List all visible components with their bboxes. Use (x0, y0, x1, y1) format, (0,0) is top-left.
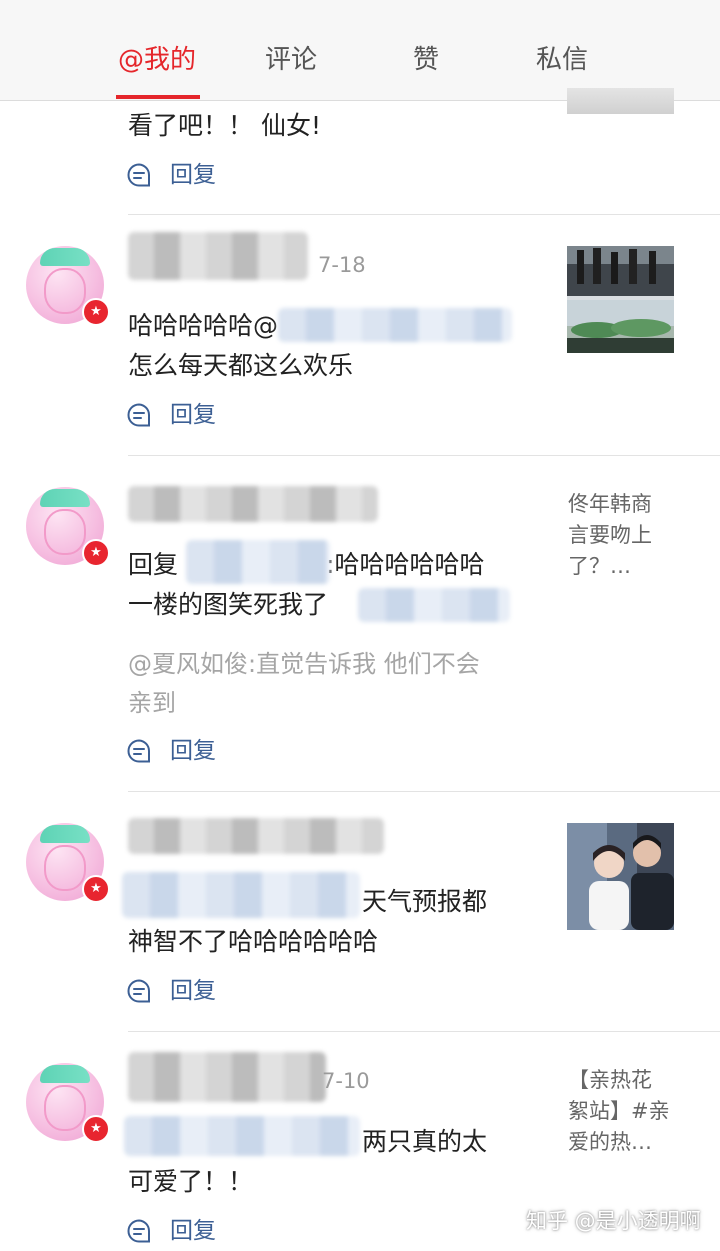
avatar[interactable]: ★ (26, 246, 110, 326)
username-redacted[interactable] (128, 1052, 326, 1102)
reply-bubble-icon (127, 403, 151, 427)
reply-bubble-icon (127, 739, 151, 763)
snippet-line: 【亲热花 (568, 1068, 652, 1092)
tab-mentions[interactable]: @我的 (87, 40, 227, 80)
comment-date: 7-10 (322, 1069, 370, 1093)
reply-label: 回复 (170, 978, 216, 1004)
reply-label: 回复 (170, 738, 216, 764)
avatar-hair (40, 489, 90, 507)
reply-bubble-icon (127, 1219, 151, 1243)
quoted-comment: @夏风如俊:直觉告诉我 他们不会 (128, 650, 480, 678)
reply-bubble-icon (127, 979, 151, 1003)
avatar[interactable]: ★ (26, 1063, 110, 1143)
snippet-line: 絮站】#亲 (568, 1099, 670, 1123)
comment-text: 看了吧！！ 仙女! (128, 111, 321, 140)
comment-text: 一楼的图笑死我了 (128, 590, 329, 619)
snippet-line: 爱的热… (568, 1130, 652, 1154)
thumbnail-cropped[interactable] (567, 88, 674, 114)
reply-bubble-icon (127, 163, 151, 187)
avatar[interactable]: ★ (26, 487, 110, 567)
source-post-snippet[interactable]: 佟年韩商 言要吻上 了？… (568, 489, 678, 582)
comment-text: 可爱了！！ (128, 1167, 254, 1196)
avatar-face (44, 845, 86, 891)
reply-prefix: 回复 (128, 550, 179, 579)
avatar-face (44, 268, 86, 314)
reply-button[interactable]: 回复 (126, 735, 216, 767)
verified-badge-icon: ★ (82, 298, 110, 326)
avatar-face (44, 509, 86, 555)
tab-messages[interactable]: 私信 (492, 40, 632, 80)
video-screenshot-thumbnail[interactable] (567, 246, 674, 353)
mention-redacted[interactable] (278, 308, 512, 342)
reply-label: 回复 (170, 402, 216, 428)
reply-button[interactable]: 回复 (126, 159, 216, 191)
verified-badge-icon: ★ (82, 539, 110, 567)
comment-text: 两只真的太 (362, 1127, 488, 1156)
reply-content: :哈哈哈哈哈哈 (326, 550, 485, 579)
username-redacted[interactable] (128, 486, 378, 522)
mention-redacted[interactable] (124, 1116, 360, 1156)
comment-text: 哈哈哈哈哈@ (128, 311, 279, 340)
watermark: 知乎 @是小透明啊 (526, 1209, 701, 1233)
reply-label: 回复 (170, 1218, 216, 1244)
verified-badge-icon: ★ (82, 875, 110, 903)
mention-redacted[interactable] (358, 588, 510, 622)
comment-text: 神智不了哈哈哈哈哈哈 (128, 927, 379, 956)
quoted-comment: 亲到 (128, 689, 176, 717)
snippet-line: 佟年韩商 (568, 492, 652, 516)
avatar[interactable]: ★ (26, 823, 110, 903)
couple-photo-image (567, 823, 674, 930)
reply-button[interactable]: 回复 (126, 399, 216, 431)
avatar-hair (40, 248, 90, 266)
divider (128, 791, 720, 792)
tab-comments[interactable]: 评论 (221, 40, 361, 80)
couple-photo-thumbnail[interactable] (567, 823, 674, 930)
snippet-line: 言要吻上 (568, 523, 652, 547)
snippet-line: 了？… (568, 554, 631, 578)
active-tab-indicator (116, 95, 200, 99)
username-redacted[interactable] (128, 232, 308, 280)
comment-text: 怎么每天都这么欢乐 (128, 351, 354, 380)
divider (128, 1031, 720, 1032)
divider (128, 455, 720, 456)
source-post-snippet[interactable]: 【亲热花 絮站】#亲 爱的热… (568, 1065, 678, 1158)
comment-text: 天气预报都 (362, 887, 488, 916)
verified-badge-icon: ★ (82, 1115, 110, 1143)
divider (128, 214, 720, 215)
tab-likes[interactable]: 赞 (356, 40, 496, 80)
reply-button[interactable]: 回复 (126, 1215, 216, 1247)
avatar-face (44, 1085, 86, 1131)
username-redacted[interactable] (128, 818, 384, 854)
tab-bar: @我的 评论 赞 私信 (0, 0, 720, 101)
reply-label: 回复 (170, 162, 216, 188)
avatar-hair (40, 1065, 90, 1083)
mention-redacted[interactable] (122, 872, 360, 918)
video-screenshot-image (567, 246, 674, 353)
reply-button[interactable]: 回复 (126, 975, 216, 1007)
avatar-hair (40, 825, 90, 843)
comment-date: 7-18 (318, 253, 366, 277)
reply-target-redacted[interactable] (186, 540, 330, 584)
